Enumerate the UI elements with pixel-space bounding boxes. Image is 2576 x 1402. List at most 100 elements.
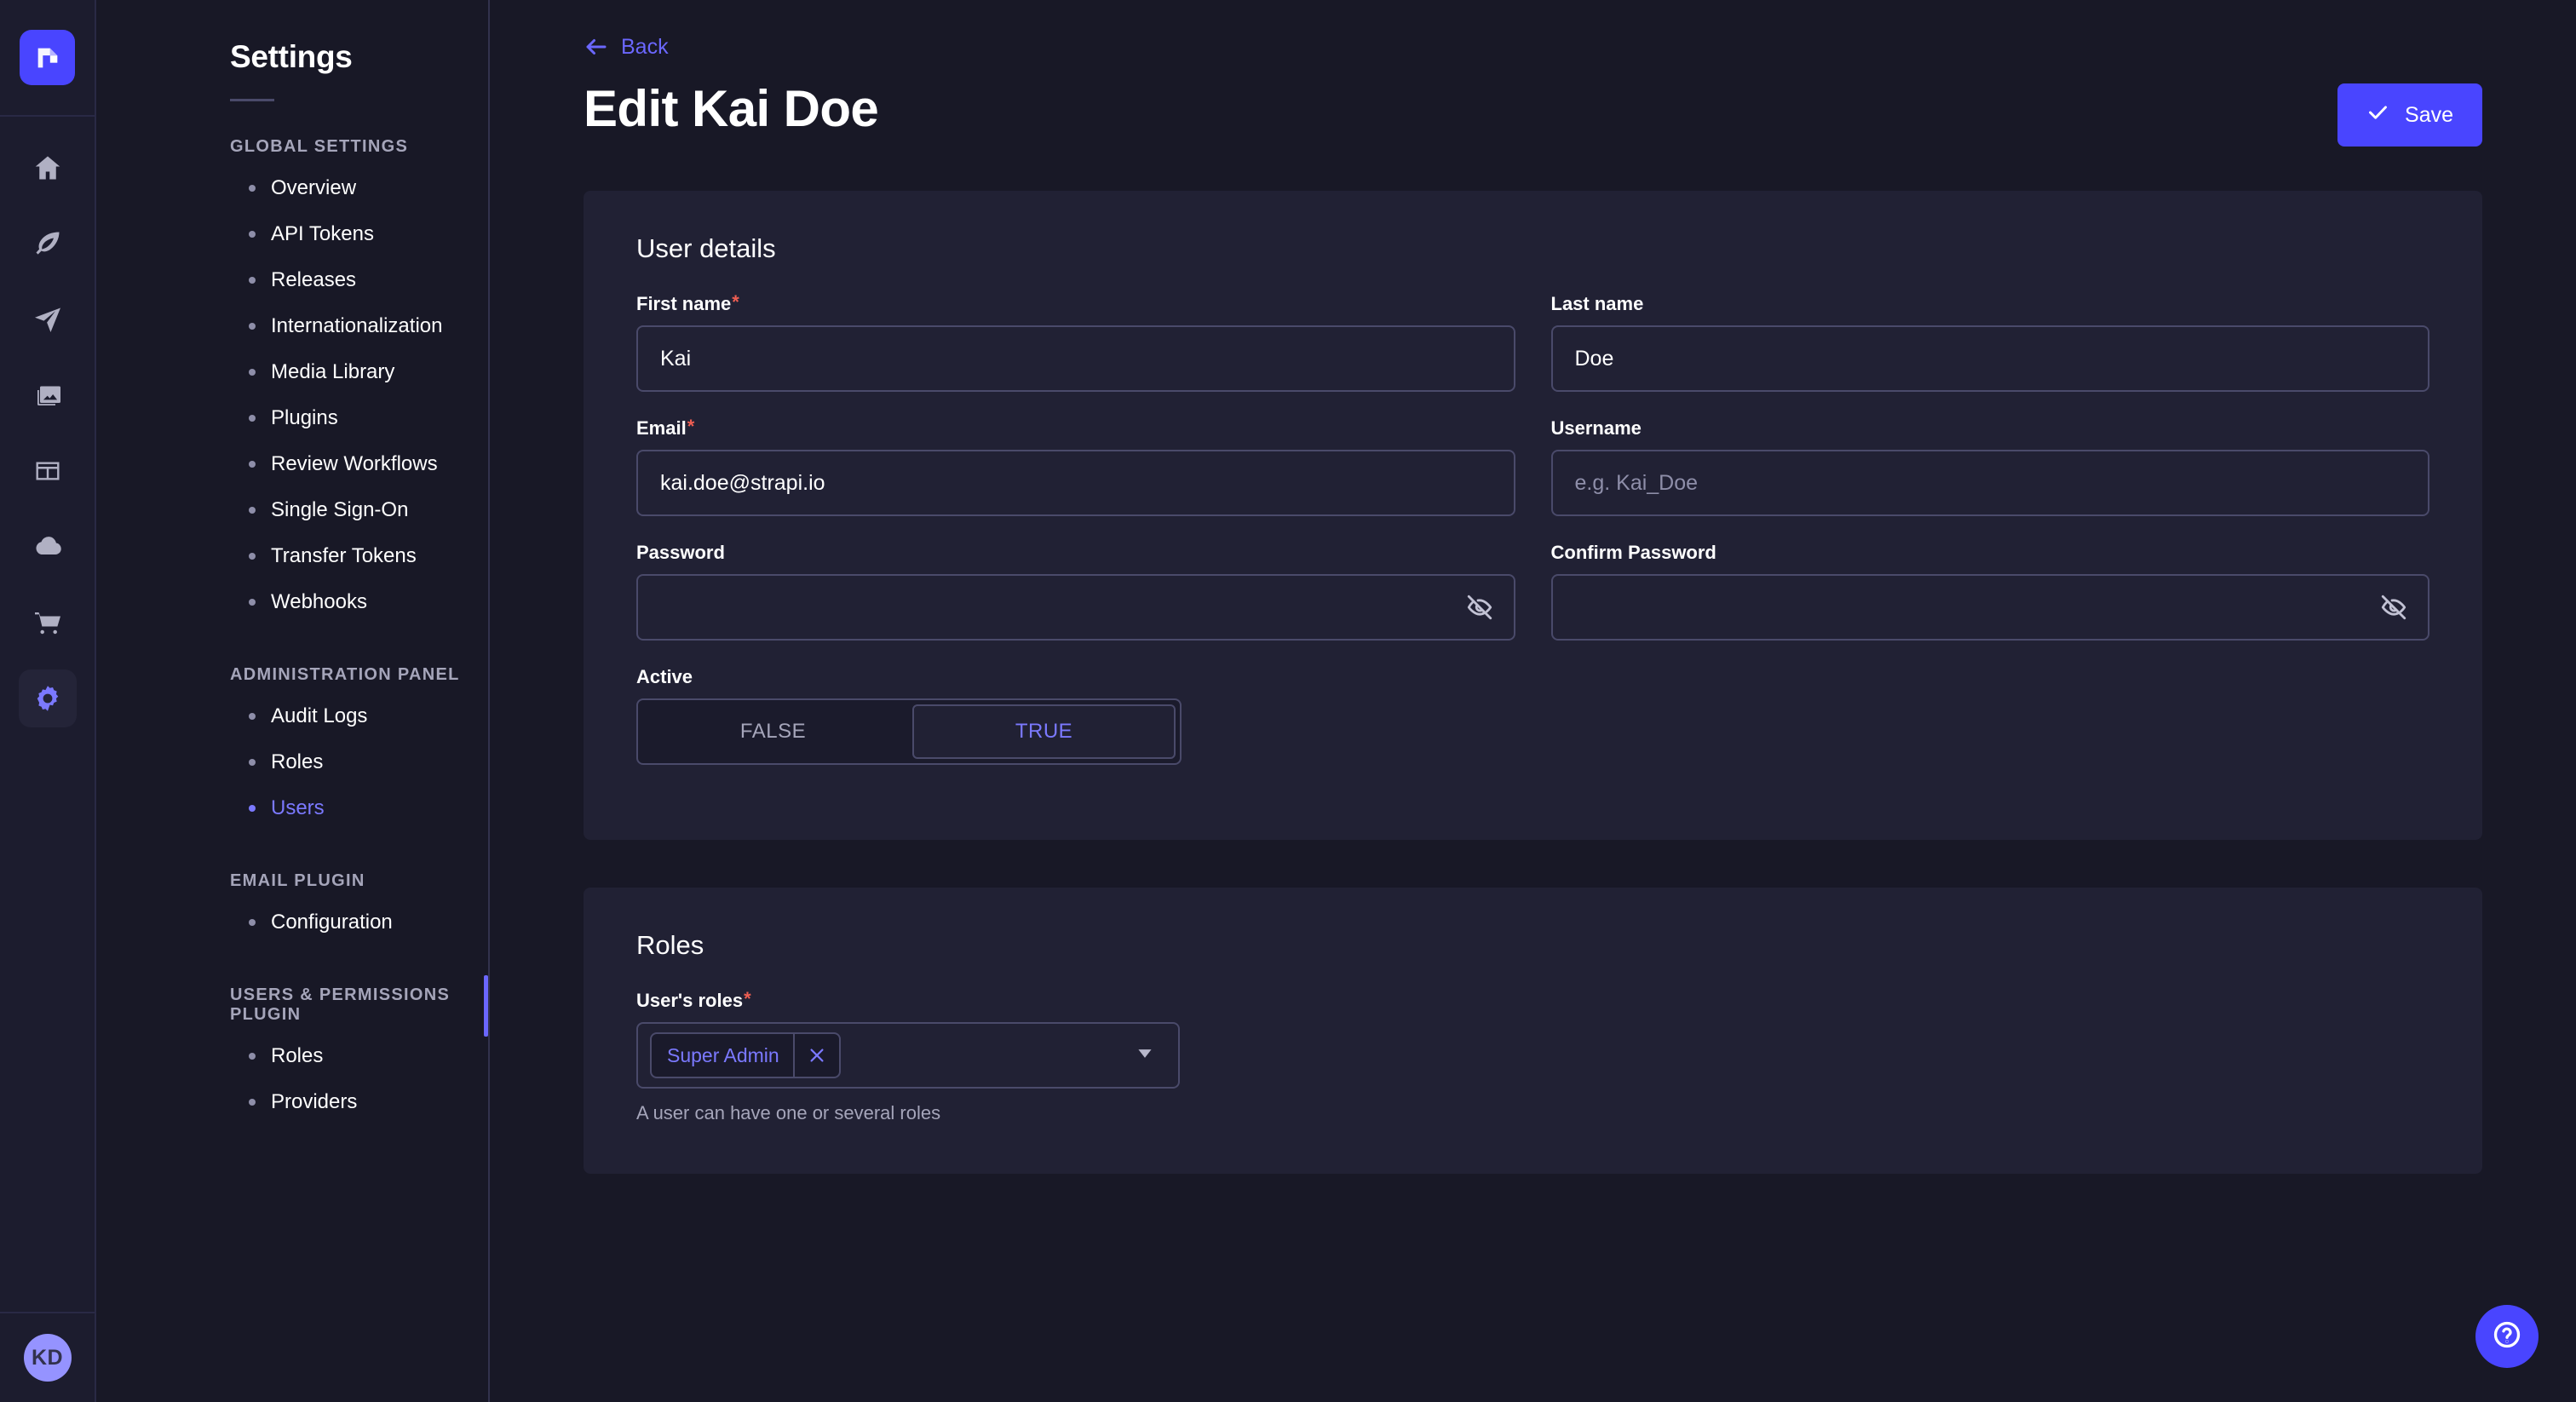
sidebar-item-providers[interactable]: Providers (230, 1079, 463, 1125)
rail-item-media-library[interactable] (19, 366, 77, 424)
sidebar-item-label: Configuration (271, 911, 393, 934)
first-name-value: Kai (660, 346, 692, 371)
sidebar-item-label: Roles (271, 750, 324, 773)
logo-container (0, 0, 95, 117)
confirm-password-field: Confirm Password (1550, 542, 2429, 641)
user-details-card: User details First name* Kai Last name (584, 191, 2482, 840)
sidebar-item-label: API Tokens (271, 222, 374, 245)
title-row: Edit Kai Doe Save (584, 83, 2482, 147)
last-name-value: Doe (1574, 346, 1614, 371)
settings-sidebar-title: Settings (230, 39, 353, 74)
last-name-input[interactable]: Doe (1550, 325, 2429, 392)
rail-item-content-manager[interactable] (19, 215, 77, 273)
email-input[interactable]: kai.doe@strapi.io (636, 450, 1515, 516)
sidebar-item-label: Review Workflows (271, 452, 438, 475)
images-icon (37, 386, 60, 405)
first-name-label-text: First name (636, 293, 732, 314)
eye-off-icon[interactable] (2378, 592, 2409, 623)
bullet-icon (249, 461, 256, 468)
arrow-left-icon (584, 34, 609, 60)
sidebar-item-label: Media Library (271, 360, 395, 383)
rail-item-home[interactable] (19, 139, 77, 197)
sidebar-item-label: Users (271, 796, 325, 819)
settings-sidebar-inner: Settings GLOBAL SETTINGS Overview API To… (96, 0, 488, 1125)
bullet-icon (249, 553, 256, 560)
layout-icon (36, 462, 59, 480)
required-asterisk: * (732, 291, 739, 313)
first-name-field: First name * Kai (636, 293, 1515, 392)
last-name-field: Last name Doe (1550, 293, 2430, 392)
user-details-title: User details (636, 233, 776, 263)
sidebar-list-administration: Audit Logs Roles Users (230, 693, 463, 831)
bullet-icon (249, 231, 256, 238)
avatar[interactable]: KD (23, 1334, 72, 1382)
active-toggle-false[interactable]: FALSE (643, 705, 903, 758)
main-nav-rail: KD (0, 0, 96, 1402)
sidebar-item-webhooks[interactable]: Webhooks (230, 579, 463, 625)
sidebar-section-label-global: GLOBAL SETTINGS (230, 137, 409, 156)
sidebar-list-users-permissions: Roles Providers (230, 1033, 463, 1125)
save-button[interactable]: Save (2337, 83, 2482, 147)
roles-title: Roles (636, 930, 704, 960)
eye-off-icon[interactable] (1464, 592, 1495, 623)
chevron-down-icon[interactable] (1134, 1043, 1156, 1069)
first-name-input[interactable]: Kai (636, 325, 1515, 392)
sidebar-item-internationalization[interactable]: Internationalization (230, 303, 463, 349)
bullet-icon (249, 919, 256, 926)
email-label-text: Email (636, 417, 687, 439)
page-title: Edit Kai Doe (584, 80, 879, 137)
users-roles-hint: A user can have one or several roles (636, 1102, 941, 1123)
bullet-icon (249, 507, 256, 514)
sidebar-item-transfer-tokens[interactable]: Transfer Tokens (230, 533, 463, 579)
sidebar-item-label: Single Sign-On (271, 498, 409, 521)
bullet-icon (249, 415, 256, 422)
rail-item-marketplace[interactable] (19, 594, 77, 652)
sidebar-item-releases[interactable]: Releases (230, 257, 463, 303)
bullet-icon (249, 323, 256, 330)
sidebar-item-plugins[interactable]: Plugins (230, 395, 463, 441)
sidebar-item-api-tokens[interactable]: API Tokens (230, 211, 463, 257)
username-label-text: Username (1550, 417, 1642, 439)
sidebar-item-roles-admin[interactable]: Roles (230, 739, 463, 785)
users-roles-select[interactable]: Super Admin (636, 1022, 1180, 1089)
password-input[interactable] (636, 574, 1515, 641)
active-toggle[interactable]: FALSE TRUE (636, 698, 1182, 765)
roles-card: Roles User's roles * Super Admin A user … (584, 888, 2482, 1174)
sidebar-section-label-users-permissions: USERS & PERMISSIONS PLUGIN (230, 985, 451, 1024)
active-toggle-true[interactable]: TRUE (912, 704, 1176, 759)
username-placeholder: e.g. Kai_Doe (1574, 470, 1699, 495)
paper-plane-icon (34, 307, 60, 332)
sidebar-item-audit-logs[interactable]: Audit Logs (230, 693, 463, 739)
avatar-container: KD (0, 1312, 95, 1402)
sidebar-item-roles-up[interactable]: Roles (230, 1033, 463, 1079)
role-tag-label: Super Admin (667, 1043, 779, 1066)
bullet-icon (249, 759, 256, 766)
sidebar-item-users[interactable]: Users (230, 785, 463, 831)
close-icon[interactable] (795, 1034, 839, 1077)
active-field: Active FALSE TRUE (636, 666, 1515, 765)
sidebar-item-configuration[interactable]: Configuration (230, 899, 463, 945)
rail-item-pages[interactable] (19, 442, 77, 500)
strapi-logo-icon[interactable] (20, 30, 75, 85)
sidebar-item-media-library[interactable]: Media Library (230, 349, 463, 395)
sidebar-item-review-workflows[interactable]: Review Workflows (230, 441, 463, 487)
username-field: Username e.g. Kai_Doe (1550, 417, 2429, 516)
bullet-icon (249, 713, 256, 720)
shopping-cart-icon (34, 612, 60, 635)
confirm-password-input[interactable] (1550, 574, 2429, 641)
sidebar-item-label: Audit Logs (271, 704, 368, 727)
sidebar-item-single-sign-on[interactable]: Single Sign-On (230, 487, 463, 533)
sidebar-list-global: Overview API Tokens Releases Internation… (230, 165, 463, 625)
sidebar-item-overview[interactable]: Overview (230, 165, 463, 211)
users-roles-label-text: User's roles (636, 990, 744, 1011)
rail-item-settings[interactable] (18, 669, 77, 727)
username-input[interactable]: e.g. Kai_Doe (1550, 450, 2429, 516)
bullet-icon (249, 369, 256, 376)
help-button[interactable] (2475, 1305, 2539, 1368)
users-roles-field: User's roles * Super Admin A user can hav… (636, 990, 2429, 1124)
rail-item-content-type-builder[interactable] (19, 290, 77, 348)
last-name-label: Last name (1551, 293, 2430, 315)
rail-item-cloud[interactable] (19, 518, 77, 576)
back-button[interactable]: Back (584, 34, 669, 60)
sidebar-item-label: Roles (271, 1044, 324, 1067)
